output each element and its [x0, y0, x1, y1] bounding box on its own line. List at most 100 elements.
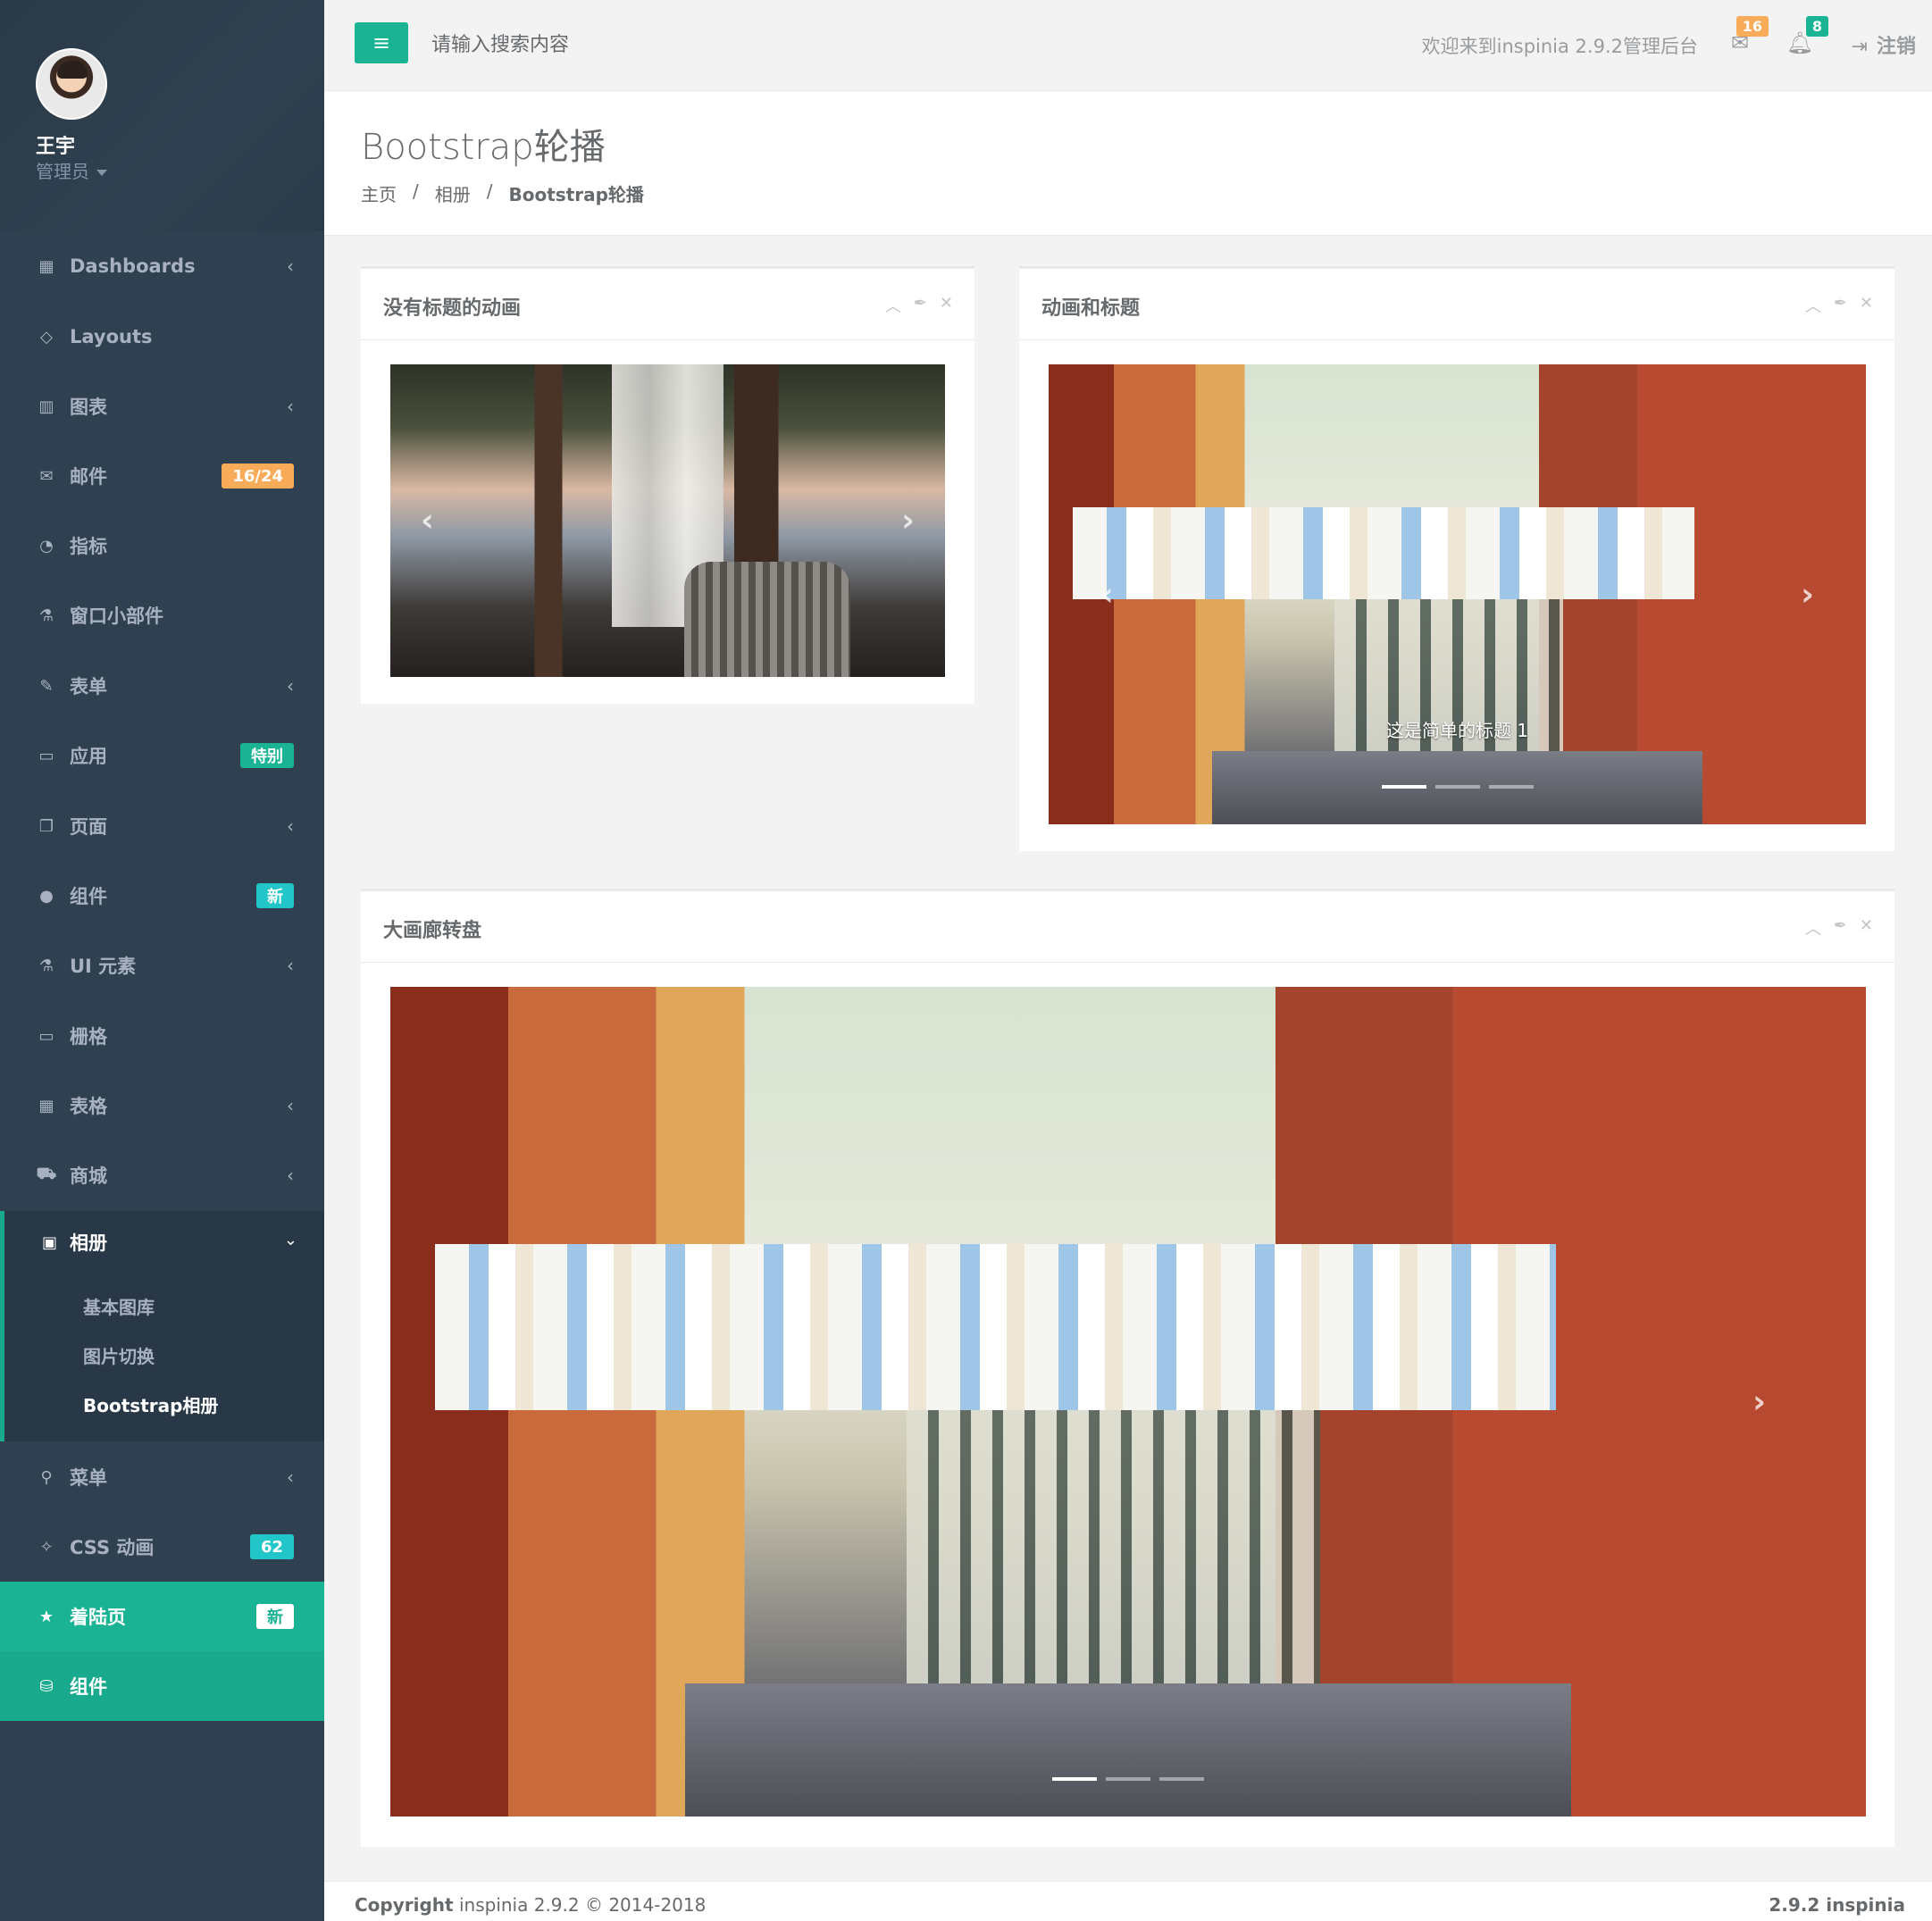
sidebar-item-package[interactable]: ⛁ 组件: [0, 1651, 324, 1721]
wrench-icon[interactable]: ✒: [914, 294, 927, 317]
indicator-3[interactable]: [1159, 1777, 1204, 1781]
avatar[interactable]: [36, 48, 107, 120]
carousel-next-icon[interactable]: ›: [1801, 576, 1814, 613]
carousel-image: ‹ ›: [390, 364, 945, 677]
cart-icon: ⛟: [36, 1165, 57, 1183]
panel-title: 没有标题的动画: [383, 297, 522, 320]
sidebar-item-label: 应用: [70, 746, 107, 767]
collapse-icon[interactable]: ︿: [1805, 294, 1821, 317]
sidebar-item-label: 窗口小部件: [70, 606, 163, 627]
sidebar-item-css-animation[interactable]: ✧ CSS 动画 62: [0, 1512, 324, 1582]
css-animation-badge: 62: [249, 1534, 294, 1559]
sidebar-item-menu[interactable]: ⚲ 菜单 ‹: [0, 1442, 324, 1512]
sidebar-item-metrics[interactable]: ◔ 指标: [0, 511, 324, 580]
toggle-sidebar-button[interactable]: ≡: [355, 22, 408, 63]
breadcrumb-home[interactable]: 主页: [361, 180, 397, 206]
sidebar-item-label: Layouts: [70, 326, 153, 347]
carousel-prev-icon[interactable]: ‹: [490, 1383, 504, 1420]
indicator-2[interactable]: [1106, 1777, 1150, 1781]
carousel-caption: 这是简单的标题 1: [1385, 720, 1529, 741]
copyright-label: Copyright: [355, 1894, 454, 1916]
globe-icon: ●: [39, 886, 54, 906]
sidebar-item-label: UI 元素: [70, 956, 137, 977]
logout-label: 注销: [1876, 36, 1916, 58]
submenu-image-slider[interactable]: 图片切换: [83, 1342, 155, 1368]
sidebar-item-ui-elements[interactable]: ⚗ UI 元素 ‹: [0, 931, 324, 1000]
alerts-count: 8: [1805, 16, 1828, 37]
th-large-icon: ▦: [38, 256, 54, 276]
sidebar-item-landing[interactable]: ★ 着陆页 新: [0, 1582, 324, 1651]
sidebar-item-gallery[interactable]: ▣ 相册 ⌄ 基本图库 图片切换 Bootstrap相册: [0, 1211, 324, 1441]
user-role-dropdown[interactable]: 管理员: [36, 157, 107, 183]
sidebar-item-grid[interactable]: ▭ 栅格: [0, 1001, 324, 1071]
panel-header: 动画和标题 ︿ ✒ ✕: [1019, 269, 1894, 340]
chevron-left-icon: ‹: [287, 1466, 294, 1488]
breadcrumb-separator: /: [486, 180, 493, 202]
footer: Copyright inspinia 2.9.2 © 2014-2018 2.9…: [324, 1881, 1932, 1921]
picture-icon: ▣: [42, 1232, 58, 1252]
wrench-icon[interactable]: ✒: [1834, 916, 1847, 940]
panel-large-carousel: 大画廊转盘 ︿ ✒ ✕ ‹ ›: [361, 889, 1894, 1847]
profile-header: 王宇 管理员: [0, 0, 324, 231]
carousel-image: ‹ › 这是简单的标题 1: [1049, 364, 1866, 824]
star-icon: ★: [38, 1607, 54, 1626]
laptop-icon: ▭: [38, 1026, 54, 1046]
sidebar-item-label: 邮件: [70, 466, 107, 488]
indicator-2[interactable]: [1434, 785, 1480, 789]
collapse-icon[interactable]: ︿: [885, 294, 901, 317]
collapse-icon[interactable]: ︿: [1805, 916, 1821, 940]
sidebar-item-charts[interactable]: ▥ 图表 ‹: [0, 372, 324, 441]
carousel-prev-icon[interactable]: ‹: [421, 503, 434, 539]
sidebar-item-pages[interactable]: ❐ 页面 ‹: [0, 791, 324, 861]
flask-icon: ⚗: [38, 606, 54, 625]
indicator-1[interactable]: [1052, 1777, 1097, 1781]
chevron-down-icon: ⌄: [283, 1231, 297, 1249]
chevron-left-icon: ‹: [287, 1165, 294, 1186]
wrench-icon[interactable]: ✒: [1834, 294, 1847, 317]
indicator-3[interactable]: [1488, 785, 1534, 789]
landing-badge: 新: [256, 1604, 294, 1629]
sidebar-item-tables[interactable]: ▦ 表格 ‹: [0, 1071, 324, 1140]
carousel-prev-icon[interactable]: ‹: [1100, 576, 1114, 613]
carousel-next-icon[interactable]: ›: [1752, 1383, 1766, 1420]
copyright: Copyright inspinia 2.9.2 © 2014-2018: [355, 1894, 706, 1916]
sidebar-item-forms[interactable]: ✎ 表单 ‹: [0, 651, 324, 721]
magic-icon: ✧: [39, 1537, 54, 1557]
table-icon: ▦: [38, 1096, 54, 1115]
caret-down-icon: [96, 170, 107, 176]
submenu-bootstrap-gallery[interactable]: Bootstrap相册: [83, 1391, 218, 1417]
sidebar-item-shop[interactable]: ⛟ 商城 ‹: [0, 1140, 324, 1210]
copyright-text: inspinia 2.9.2 © 2014-2018: [458, 1894, 707, 1916]
search-input[interactable]: [431, 21, 967, 68]
sidebar-item-widgets[interactable]: ⚗ 窗口小部件: [0, 580, 324, 650]
carousel-next-icon[interactable]: ›: [901, 503, 915, 539]
logout-link[interactable]: ⇥ 注销: [1852, 30, 1916, 59]
close-icon[interactable]: ✕: [940, 294, 953, 317]
breadcrumb: 主页 / 相册 / Bootstrap轮播: [361, 180, 644, 206]
database-icon: ⛁: [39, 1676, 54, 1696]
chevron-left-icon: ‹: [287, 675, 294, 697]
sidebar-item-components[interactable]: ● 组件 新: [0, 861, 324, 931]
close-icon[interactable]: ✕: [1860, 916, 1873, 940]
sign-out-icon: ⇥: [1851, 36, 1868, 58]
alerts-dropdown[interactable]: 🔔︎ 8: [1782, 16, 1828, 61]
breadcrumb-gallery[interactable]: 相册: [435, 180, 471, 206]
close-icon[interactable]: ✕: [1860, 294, 1873, 317]
gallery-header[interactable]: ▣ 相册: [42, 1229, 107, 1256]
user-role-label: 管理员: [36, 161, 89, 182]
files-icon: ❐: [38, 816, 54, 836]
sidebar-item-mail[interactable]: ✉ 邮件 16/24: [0, 441, 324, 511]
bar-chart-icon: ▥: [38, 397, 54, 416]
sidebar-item-label: Dashboards: [70, 255, 196, 277]
submenu-basic-gallery[interactable]: 基本图库: [83, 1293, 155, 1319]
messages-dropdown[interactable]: ✉ 16: [1722, 16, 1769, 61]
footer-version: 2.9.2 inspinia: [1769, 1894, 1905, 1916]
sidebar-item-dashboards[interactable]: ▦ Dashboards ‹: [0, 231, 324, 301]
sidebar-item-layouts[interactable]: ◇ Layouts: [0, 302, 324, 372]
components-badge: 新: [256, 883, 294, 908]
sidebar-item-apps[interactable]: ▭ 应用 特别: [0, 721, 324, 790]
diamond-icon: ◇: [40, 327, 53, 347]
chevron-left-icon: ‹: [287, 1095, 294, 1116]
panel-title: 动画和标题: [1041, 297, 1141, 320]
indicator-1[interactable]: [1381, 785, 1426, 789]
